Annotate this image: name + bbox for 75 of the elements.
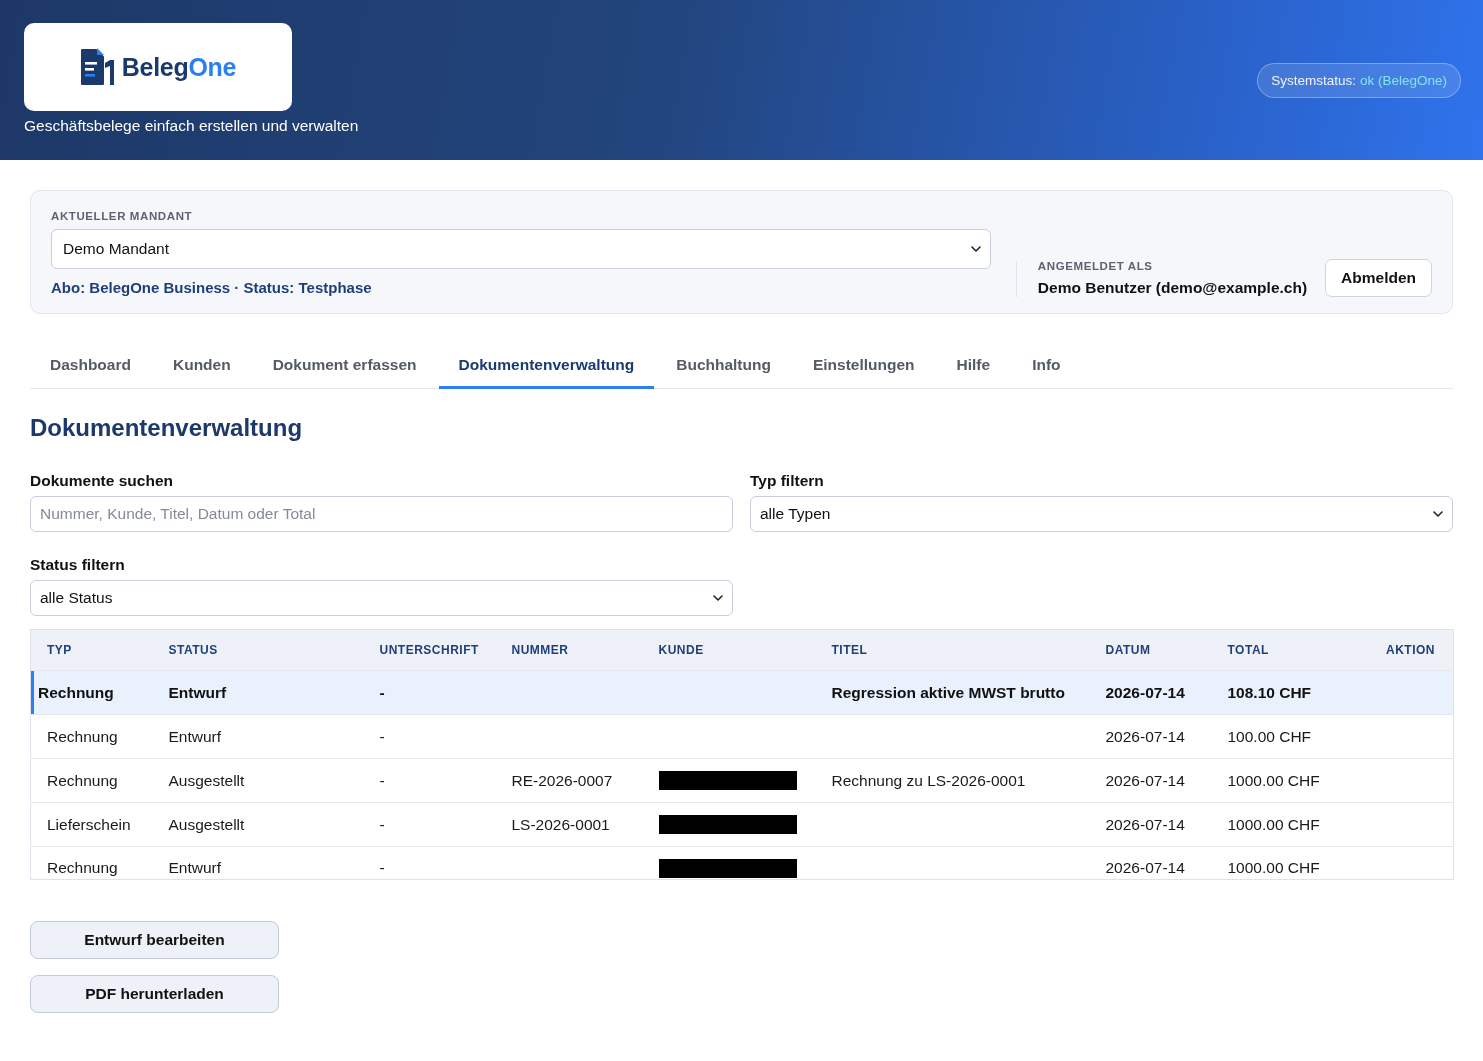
column-header: TITEL bbox=[815, 629, 1090, 671]
column-header: STATUS bbox=[152, 629, 364, 671]
field-label: Typ filtern bbox=[750, 472, 825, 490]
chevron-down-icon bbox=[713, 595, 723, 601]
table-cell: Entwurf bbox=[168, 727, 222, 745]
table-row[interactable]: Rechnung Entwurf - Regression aktive MWST brutto 2026-07-14 108.10 CHF bbox=[30, 670, 1454, 715]
table-cell: RE-2026-0007 bbox=[511, 771, 613, 789]
field-label: AKTUELLER MANDANT bbox=[51, 209, 194, 223]
nav-tab[interactable]: Dokumentenverwaltung bbox=[438, 343, 655, 389]
table-cell: Ausgestellt bbox=[168, 815, 245, 833]
nav-tab[interactable]: Hilfe bbox=[936, 343, 1011, 389]
nav-tab[interactable]: Dashboard bbox=[30, 343, 151, 389]
column-header: DATUM bbox=[1089, 629, 1212, 671]
document-icon bbox=[79, 48, 114, 86]
status-label: Systemstatus: bbox=[1271, 72, 1356, 88]
table-row[interactable]: Rechnung Ausgestellt - RE-2026-0007 Rechnung zu LS-2026-0001 2026-07-14 1000.00 CHF bbox=[30, 758, 1454, 803]
nav-tab[interactable]: Dokument erfassen bbox=[252, 343, 437, 389]
table-cell: - bbox=[379, 683, 385, 701]
search-field[interactable]: Nummer, Kunde, Titel, Datum oder Total bbox=[30, 496, 733, 532]
table-cell: Rechnung bbox=[47, 771, 118, 789]
table-cell: 1000.00 CHF bbox=[1227, 815, 1320, 833]
table-cell: Rechnung zu LS-2026-0001 bbox=[831, 771, 1026, 789]
table-cell: Entwurf bbox=[168, 683, 227, 701]
status-value: ok (BelegOne) bbox=[1359, 72, 1447, 88]
table-cell: 1000.00 CHF bbox=[1227, 771, 1320, 789]
table-cell: Rechnung bbox=[47, 859, 118, 876]
chevron-down-icon bbox=[970, 246, 981, 252]
table-cell: Rechnung bbox=[38, 683, 114, 701]
field-label: Status filtern bbox=[30, 556, 126, 574]
table-cell: Regression aktive MWST brutto bbox=[831, 683, 1065, 701]
action-button[interactable]: Entwurf bearbeiten bbox=[30, 921, 279, 959]
table-cell: - bbox=[379, 771, 385, 789]
filter-select[interactable]: alle Status bbox=[30, 580, 733, 616]
table-cell: - bbox=[379, 859, 385, 876]
table-cell: 2026-07-14 bbox=[1105, 683, 1185, 701]
column-header: AKTION bbox=[1369, 629, 1454, 671]
table-cell: 108.10 CHF bbox=[1227, 683, 1312, 701]
table-cell: 2026-07-14 bbox=[1105, 771, 1185, 789]
table-cell: - bbox=[379, 727, 385, 745]
table-cell: Rechnung bbox=[47, 727, 118, 745]
tagline: Geschäftsbelege einfach erstellen und verwalten bbox=[24, 117, 359, 135]
table-row[interactable]: Rechnung Entwurf - 2026-07-14 1000.00 CHF bbox=[30, 846, 1454, 880]
subscription-info: Abo: BelegOne Business · Status: Testphase bbox=[51, 279, 373, 297]
column-header: TOTAL bbox=[1211, 629, 1370, 671]
logo-text: Beleg bbox=[121, 53, 189, 81]
table-cell: Entwurf bbox=[168, 859, 222, 876]
nav-tab[interactable]: Info bbox=[1012, 343, 1081, 389]
logout-button[interactable]: Abmelden bbox=[1325, 259, 1432, 297]
table-cell: 2026-07-14 bbox=[1105, 727, 1185, 745]
chevron-down-icon bbox=[1433, 511, 1443, 517]
user-name: Demo Benutzer (demo@example.ch) bbox=[1037, 279, 1308, 297]
table-cell: 2026-07-14 bbox=[1105, 859, 1185, 876]
table-cell: 2026-07-14 bbox=[1105, 815, 1185, 833]
action-button[interactable]: PDF herunterladen bbox=[30, 975, 279, 1013]
filter-select[interactable]: alle Typen bbox=[750, 496, 1453, 532]
column-header: UNTERSCHRIFT bbox=[363, 629, 496, 671]
field-label: ANGEMELDET ALS bbox=[1037, 259, 1154, 273]
table-cell: - bbox=[379, 815, 385, 833]
table-row[interactable]: Lieferschein Ausgestellt - LS-2026-0001 2026-07-14 1000.00 CHF bbox=[30, 802, 1454, 847]
column-header: TYP bbox=[30, 629, 153, 671]
table-cell: LS-2026-0001 bbox=[511, 815, 610, 833]
nav-tab[interactable]: Kunden bbox=[152, 343, 251, 389]
page-title: Dokumentenverwaltung bbox=[30, 414, 304, 442]
nav-tab[interactable]: Buchhaltung bbox=[656, 343, 791, 389]
table-cell: 1000.00 CHF bbox=[1227, 859, 1320, 876]
logo-text: One bbox=[188, 53, 237, 81]
table-cell: Ausgestellt bbox=[168, 771, 245, 789]
table-cell: 100.00 CHF bbox=[1227, 727, 1312, 745]
column-header: NUMMER bbox=[495, 629, 643, 671]
field-label: Dokumente suchen bbox=[30, 472, 174, 490]
column-header: KUNDE bbox=[642, 629, 816, 671]
table-row[interactable]: Rechnung Entwurf - 2026-07-14 100.00 CHF bbox=[30, 714, 1454, 759]
table-cell: Lieferschein bbox=[47, 815, 131, 833]
nav-tab[interactable]: Einstellungen bbox=[792, 343, 935, 389]
tenant-select[interactable]: Demo Mandant bbox=[51, 229, 991, 269]
